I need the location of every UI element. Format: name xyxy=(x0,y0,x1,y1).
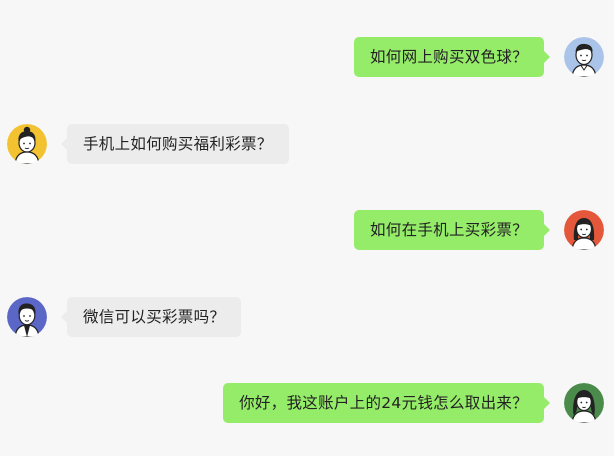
man-avatar-icon xyxy=(564,37,604,77)
avatar[interactable] xyxy=(7,124,47,164)
woman-avatar-icon xyxy=(7,124,47,164)
avatar[interactable] xyxy=(564,383,604,423)
avatar[interactable] xyxy=(564,37,604,77)
message-row: 手机上如何购买福利彩票？ xyxy=(0,122,614,166)
avatar[interactable] xyxy=(564,210,604,250)
message-row: 如何在手机上买彩票？ xyxy=(0,208,614,252)
man-avatar-icon xyxy=(7,297,47,337)
message-row: 你好，我这账户上的24元钱怎么取出来？ xyxy=(0,381,614,425)
received-message-bubble[interactable]: 手机上如何购买福利彩票？ xyxy=(61,124,289,164)
message-row: 微信可以买彩票吗？ xyxy=(0,295,614,339)
sent-message-bubble[interactable]: 如何网上购买双色球？ xyxy=(353,37,551,77)
sent-message-bubble[interactable]: 你好，我这账户上的24元钱怎么取出来？ xyxy=(223,383,550,423)
avatar[interactable] xyxy=(7,297,47,337)
message-row: 如何网上购买双色球？ xyxy=(0,35,614,79)
sent-message-bubble[interactable]: 如何在手机上买彩票？ xyxy=(353,210,551,250)
woman-avatar-icon xyxy=(564,210,604,250)
chat-window: 如何网上购买双色球？ 手机上如何购买福利彩票？ 如何在手机上买彩票？ 微信可以买… xyxy=(0,0,614,456)
woman-avatar-icon xyxy=(564,383,604,423)
received-message-bubble[interactable]: 微信可以买彩票吗？ xyxy=(60,297,242,337)
